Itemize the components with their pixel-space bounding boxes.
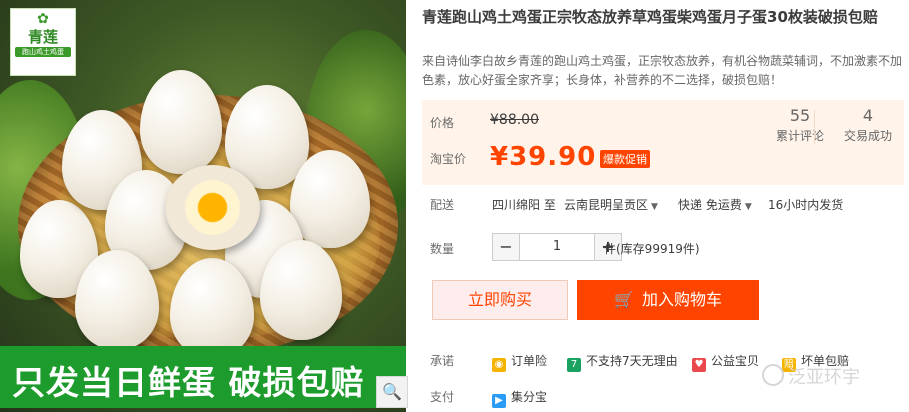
- review-count-label: 累计评论: [775, 129, 824, 143]
- quantity-label: 数量: [430, 242, 455, 256]
- promo-badge: 爆款促销: [600, 150, 650, 168]
- shipping-method-select[interactable]: 快递 免运费 ▼: [678, 196, 752, 213]
- sales-count: 4 交易成功: [838, 106, 898, 144]
- promise-item-label: 订单险: [511, 354, 548, 368]
- caret-down-icon: ▼: [651, 202, 658, 212]
- shipping-method-value: 快递 免运费: [678, 198, 742, 212]
- payment-item-label: 集分宝: [511, 390, 548, 404]
- taobao-price-label: 淘宝价: [430, 152, 467, 166]
- watermark: 泛亚环宇: [762, 363, 860, 389]
- caret-down-icon: ▼: [744, 202, 752, 212]
- brand-name: 青莲: [27, 28, 58, 46]
- sales-count-label: 交易成功: [843, 129, 892, 143]
- promise-label: 承诺: [430, 354, 455, 368]
- review-count-value: 55: [789, 106, 811, 125]
- shipping-label: 配送: [430, 198, 455, 212]
- brand-logo: ✿ 青莲 跑山鸡土鸡蛋: [10, 8, 76, 76]
- ship-to-value: 云南昆明呈贡区: [564, 198, 649, 212]
- charity-icon: ♥: [692, 358, 706, 372]
- quantity-input[interactable]: 1: [520, 233, 594, 261]
- cart-icon: 🛒: [614, 290, 634, 309]
- ship-from: 四川绵阳 至: [492, 198, 556, 212]
- price-panel: 价格 ¥88.00 淘宝价 ¥39.90 爆款促销 55 累计评论 4 交易成功: [422, 100, 904, 185]
- promo-banner: 只发当日鲜蛋 破损包赔: [0, 346, 406, 408]
- quantity-decrement-button[interactable]: −: [492, 233, 520, 261]
- stat-divider: [814, 110, 815, 144]
- egg: [140, 70, 222, 174]
- current-price: ¥39.90: [490, 142, 597, 172]
- sales-count-value: 4: [862, 106, 874, 125]
- original-price: ¥88.00: [490, 112, 539, 128]
- no-return-icon: 7: [567, 358, 581, 372]
- watermark-text: 泛亚环宇: [788, 367, 860, 388]
- buy-now-button[interactable]: 立即购买: [432, 280, 568, 320]
- product-title: 青莲跑山鸡土鸡蛋正宗牧态放养草鸡蛋柴鸡蛋月子蛋30枚装破损包赔: [422, 8, 878, 26]
- cracked-egg-yolk: [165, 165, 260, 250]
- promise-item-label: 不支持7天无理由: [586, 354, 678, 368]
- promo-banner-text: 只发当日鲜蛋 破损包赔: [12, 363, 365, 402]
- promise-item[interactable]: ◉ 订单险: [492, 352, 547, 372]
- wechat-icon: [762, 364, 784, 386]
- payment-item[interactable]: ▶ 集分宝: [492, 388, 547, 408]
- google-play-icon: ▶: [492, 394, 506, 408]
- magnifier-icon[interactable]: 🔍: [376, 376, 408, 408]
- dispatch-time: 16小时内发货: [768, 198, 844, 212]
- promise-item[interactable]: ♥ 公益宝贝: [692, 352, 759, 372]
- promise-item-label: 公益宝贝: [711, 354, 760, 368]
- price-label: 价格: [430, 116, 455, 130]
- stock-info: 件(库存99919件): [604, 242, 700, 256]
- insurance-icon: ◉: [492, 358, 506, 372]
- payment-label: 支付: [430, 390, 455, 404]
- ship-to-select[interactable]: 云南昆明呈贡区 ▼: [564, 196, 658, 213]
- brand-subtitle: 跑山鸡土鸡蛋: [15, 47, 71, 57]
- add-to-cart-label: 加入购物车: [641, 290, 722, 309]
- promise-item[interactable]: 7 不支持7天无理由: [567, 352, 678, 372]
- review-count[interactable]: 55 累计评论: [770, 106, 830, 144]
- shipping-row: 配送 四川绵阳 至 云南昆明呈贡区 ▼ 快递 免运费 ▼ 16小时内发货: [422, 196, 906, 216]
- lotus-icon: ✿: [37, 11, 49, 27]
- add-to-cart-button[interactable]: 🛒 加入购物车: [577, 280, 759, 320]
- product-main-image[interactable]: ✿ 青莲 跑山鸡土鸡蛋 只发当日鲜蛋 破损包赔: [0, 0, 406, 412]
- product-description: 来自诗仙李白故乡青莲的跑山鸡土鸡蛋，正宗牧态放养，有机谷物蔬菜辅词，不加激素不加…: [422, 54, 903, 87]
